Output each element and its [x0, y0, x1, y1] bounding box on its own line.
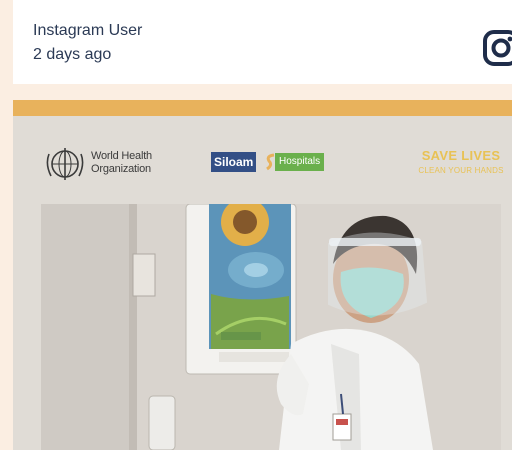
post-image[interactable]: World Health Organization Siloam Hospita… — [13, 100, 512, 450]
campaign-subline: CLEAN YOUR HANDS — [418, 166, 504, 175]
post-header: Instagram User 2 days ago — [13, 0, 512, 84]
photo-illustration — [41, 204, 501, 450]
siloam-suffix: Hospitals — [275, 153, 325, 171]
who-line1: World Health — [91, 150, 152, 162]
post-accent-bar — [13, 100, 512, 116]
siloam-logo: Siloam Hospitals — [211, 152, 336, 174]
user-name[interactable]: Instagram User — [33, 22, 142, 40]
who-line2: Organization — [91, 163, 151, 175]
who-logo: World Health Organization — [45, 146, 205, 182]
instagram-icon[interactable] — [481, 28, 512, 68]
campaign-headline: SAVE LIVES — [421, 148, 501, 163]
who-emblem-icon — [46, 148, 84, 180]
siloam-name: Siloam — [211, 152, 257, 172]
post-photo — [41, 204, 501, 450]
post-timestamp: 2 days ago — [33, 46, 112, 63]
